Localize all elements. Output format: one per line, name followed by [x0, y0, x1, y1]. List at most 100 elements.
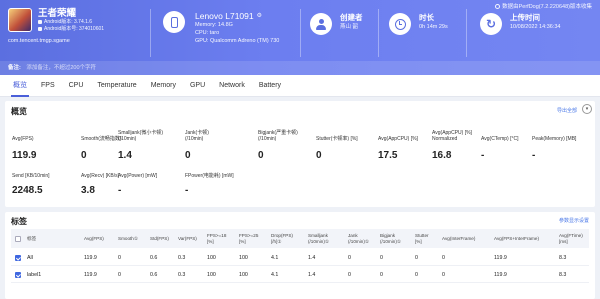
- table-cell: 119.9: [494, 272, 507, 278]
- column-header[interactable]: Std(FPS): [150, 229, 169, 248]
- android-icon: [38, 20, 42, 25]
- divider: [378, 9, 379, 57]
- android-build: Android版本号: 374010601: [44, 25, 105, 32]
- metric-value: 0: [316, 150, 322, 161]
- creator-label: 创建者: [340, 13, 363, 22]
- device-info: Lenovo L71091 ⚙ Memory: 14.8G CPU: taro G…: [163, 11, 279, 45]
- remark-input[interactable]: 添加备注，不超过200个字符: [26, 65, 96, 71]
- column-header[interactable]: FPS>=18 [%]: [207, 229, 226, 248]
- metric-value: -: [118, 185, 122, 196]
- upload-stat: ↻ 上传时间 10/08/2022 14:36:34: [480, 13, 560, 35]
- metric-label: Smooth(流畅指数): [81, 136, 122, 142]
- column-header[interactable]: Avg(InterFrame): [442, 229, 475, 248]
- metric-value: 0: [81, 150, 87, 161]
- upload-icon: ↻: [480, 13, 502, 35]
- table-cell: 8.3: [559, 255, 567, 261]
- duration-stat: 时长 0h 14m 29s: [389, 13, 448, 35]
- labels-title: 标签: [11, 217, 27, 226]
- table-cell: 0: [442, 272, 445, 278]
- column-header[interactable]: Avg(FPS+InterFrame): [494, 229, 539, 248]
- table-cell: 0: [380, 255, 383, 261]
- tab-overview[interactable]: 概览: [6, 75, 34, 97]
- row-checkbox[interactable]: [15, 255, 21, 261]
- column-header[interactable]: Drop(FPS) [/h]①: [271, 229, 293, 248]
- labels-panel: 标签 参数显示设置 标签 Avg(FPS) Smooth① Std(FPS) Var(F…: [5, 212, 595, 299]
- metric-value: 0: [258, 150, 264, 161]
- creator-value: 燕山 韶: [340, 24, 359, 30]
- remark-bar[interactable]: 备注: 添加备注，不超过200个字符: [0, 61, 600, 75]
- device-name: Lenovo L71091: [195, 11, 254, 21]
- column-header[interactable]: FPS>=25 [%]: [239, 229, 258, 248]
- tab-gpu[interactable]: GPU: [183, 75, 212, 97]
- metric-value: 3.8: [81, 185, 95, 196]
- metric-value: 1.4: [118, 150, 132, 161]
- table-cell: 0.3: [178, 272, 186, 278]
- divider: [300, 9, 301, 57]
- overview-panel: 概览 导出全部 ▾ Avg(FPS) 119.9 Smooth(流畅指数) 0 Smal…: [5, 101, 595, 207]
- app-icon: [8, 8, 32, 32]
- row-checkbox[interactable]: [15, 272, 21, 278]
- device-cpu: CPU: taro: [195, 30, 220, 36]
- table-cell: 8.3: [559, 272, 567, 278]
- tab-battery[interactable]: Battery: [252, 75, 288, 97]
- creator-stat: 创建者 燕山 韶: [310, 13, 363, 35]
- table-cell: 100: [207, 272, 216, 278]
- metric-value: -: [185, 185, 189, 196]
- table-cell: 100: [239, 255, 248, 261]
- column-header[interactable]: Jank (/10min)①: [348, 229, 369, 248]
- tab-memory[interactable]: Memory: [144, 75, 183, 97]
- column-header[interactable]: Bigjank (/10min)①: [380, 229, 401, 248]
- metric-label: Smalljank(微小卡顿) (/10min): [118, 130, 164, 142]
- device-settings-icon[interactable]: ⚙: [257, 11, 262, 21]
- phone-icon: [163, 11, 185, 33]
- display-settings-link[interactable]: 参数显示设置: [559, 217, 589, 224]
- table-cell: 119.9: [84, 255, 97, 261]
- upload-value: 10/08/2022 14:36:34: [510, 24, 561, 30]
- column-header[interactable]: Stutter [%]: [415, 229, 429, 248]
- tab-temperature[interactable]: Temperature: [90, 75, 143, 97]
- table-row[interactable]: All 119.9 0 0.6 0.3 100 100 4.1 1.4 0 0 0 0 119.9 8.3: [11, 250, 589, 266]
- table-cell: 0: [415, 272, 418, 278]
- version-notice: 数据由PerfDog(7.2.220648)版本收集: [495, 2, 592, 10]
- remark-label: 备注:: [8, 65, 21, 71]
- column-header[interactable]: Avg(FPS): [84, 229, 104, 248]
- table-cell: 1.4: [308, 255, 316, 261]
- select-all-checkbox[interactable]: [15, 235, 21, 242]
- table-cell: 0: [415, 255, 418, 261]
- metric-value: 0: [185, 150, 191, 161]
- tab-cpu[interactable]: CPU: [62, 75, 91, 97]
- android-icon: [38, 26, 42, 31]
- metric-label: Avg(Recv) [KB/s]: [81, 173, 119, 179]
- column-header[interactable]: Var(FPS): [178, 229, 197, 248]
- table-cell: 0: [118, 255, 121, 261]
- table-cell: 0: [442, 255, 445, 261]
- column-header[interactable]: Smooth①: [118, 229, 138, 248]
- export-all-link[interactable]: 导出全部: [557, 107, 577, 114]
- device-memory: Memory: 14.8G: [195, 22, 233, 28]
- table-cell: 0: [380, 272, 383, 278]
- table-cell: 119.9: [84, 272, 97, 278]
- table-cell: 100: [239, 272, 248, 278]
- chevron-down-icon[interactable]: ▾: [582, 104, 592, 114]
- tab-fps[interactable]: FPS: [34, 75, 62, 97]
- app-info: 王者荣耀 Android版本: 3.74.1.6 Android版本号: 374…: [8, 8, 104, 32]
- metric-label: Peak(Memory) [MB]: [532, 136, 577, 142]
- duration-label: 时长: [419, 13, 434, 22]
- column-header[interactable]: 标签: [27, 229, 36, 248]
- metric-label: Avg(CTemp) [°C]: [481, 136, 519, 142]
- tab-bar: 概览 FPS CPU Temperature Memory GPU Networ…: [0, 75, 600, 97]
- metric-label: Jank(卡顿) (/10min): [185, 130, 209, 142]
- table-cell: label1: [27, 272, 42, 278]
- table-cell: 1.4: [308, 272, 316, 278]
- column-header[interactable]: Avg(FTime) [ms]: [559, 229, 583, 248]
- tab-network[interactable]: Network: [212, 75, 252, 97]
- table-cell: 0: [348, 255, 351, 261]
- metric-value: 16.8: [432, 150, 452, 161]
- metric-value: -: [532, 150, 536, 161]
- column-header[interactable]: Smalljank (/10min)①: [308, 229, 329, 248]
- table-cell: 0.6: [150, 272, 158, 278]
- table-cell: All: [27, 255, 33, 261]
- table-cell: 0: [348, 272, 351, 278]
- table-row[interactable]: label1 119.9 0 0.6 0.3 100 100 4.1 1.4 0 0 0 0 119.9 8…: [11, 267, 589, 283]
- metric-label: Bigjank(严重卡顿) (/10min): [258, 130, 298, 142]
